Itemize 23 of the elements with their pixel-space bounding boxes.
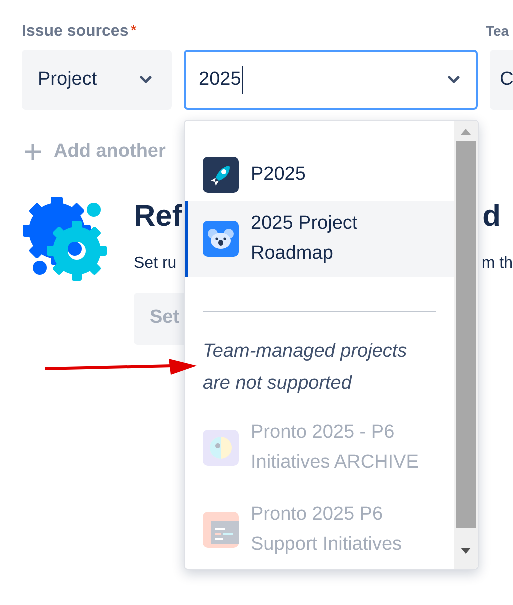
required-mark: * — [130, 22, 137, 42]
empty-state-heading: d — [482, 198, 501, 234]
team-select[interactable]: C — [490, 50, 513, 110]
project-option[interactable]: P2025 — [185, 149, 454, 201]
type-select[interactable]: Project — [22, 50, 172, 110]
field-label: Tea — [486, 22, 510, 41]
scroll-down-arrow-icon — [461, 548, 471, 554]
field-label: Issue sources — [22, 22, 129, 42]
scrollbar[interactable] — [454, 121, 478, 569]
bird-icon — [203, 430, 239, 466]
plus-icon — [24, 143, 42, 162]
chevron-down-icon — [140, 76, 152, 84]
unsupported-note: Team-managed projects are not supported — [202, 340, 408, 396]
koala-icon — [203, 221, 239, 257]
empty-state-text: Set ru — [134, 254, 177, 274]
search-field[interactable]: 2025 — [184, 50, 478, 110]
empty-state-text: m th — [482, 254, 513, 274]
empty-state-heading: Ref — [134, 198, 182, 234]
rocket-icon — [203, 157, 239, 193]
scroll-up-arrow-icon — [461, 129, 471, 135]
chevron-down-icon — [448, 76, 460, 84]
project-option[interactable]: 2025 Project Roadmap — [185, 201, 454, 277]
window-icon — [203, 512, 239, 548]
